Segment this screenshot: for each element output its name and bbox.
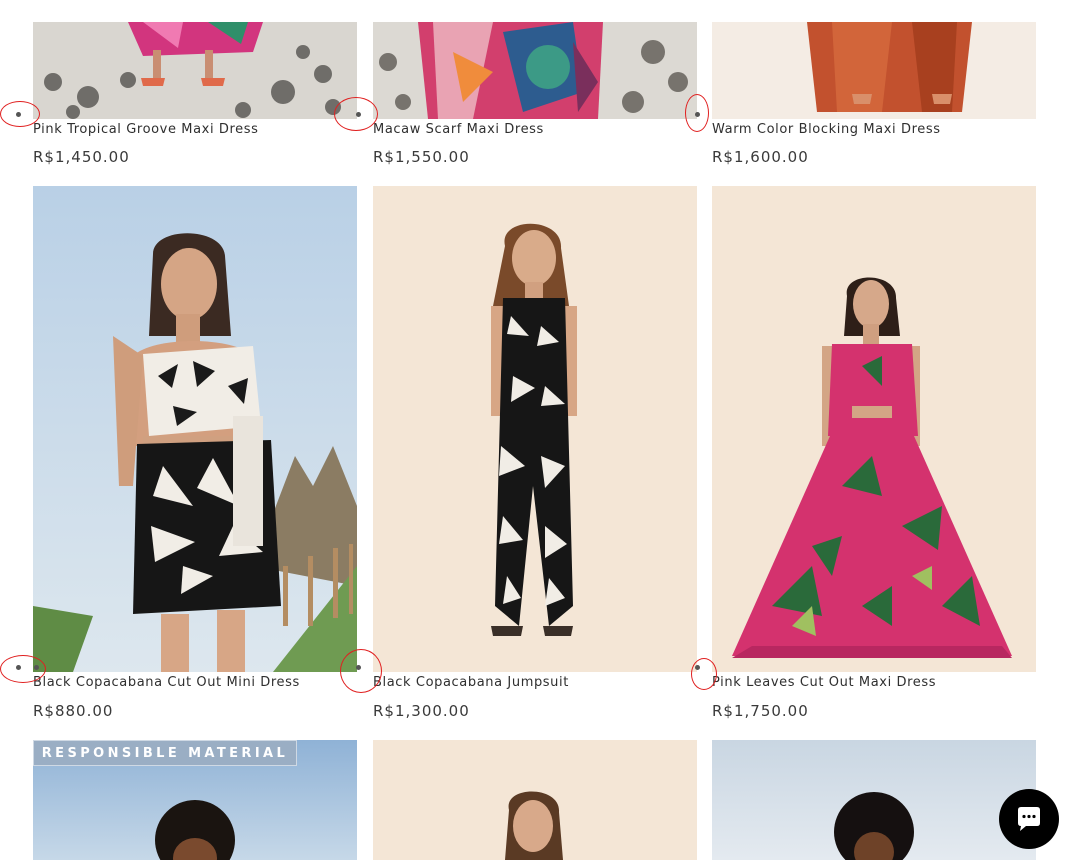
product-image[interactable] [373, 740, 697, 860]
chat-button[interactable] [999, 789, 1059, 849]
product-price: R$1,300.00 [373, 702, 470, 720]
product-name[interactable]: Macaw Scarf Maxi Dress [373, 122, 544, 137]
product-price: R$1,750.00 [712, 702, 809, 720]
highlight-ring [0, 101, 40, 127]
product-name[interactable]: Black Copacabana Jumpsuit [373, 675, 569, 690]
product-image[interactable] [373, 22, 697, 119]
product-image[interactable] [33, 22, 357, 119]
product-image[interactable]: RESPONSIBLE MATERIAL [33, 740, 357, 860]
product-price: R$1,550.00 [373, 148, 470, 166]
product-price: R$1,600.00 [712, 148, 809, 166]
product-price: R$880.00 [33, 702, 114, 720]
product-name[interactable]: Pink Leaves Cut Out Maxi Dress [712, 675, 936, 690]
highlight-ring [0, 655, 46, 683]
chat-bubble-icon [1018, 807, 1040, 831]
product-name[interactable]: Black Copacabana Cut Out Mini Dress [33, 675, 300, 690]
product-price: R$1,450.00 [33, 148, 130, 166]
product-image[interactable] [373, 186, 697, 672]
responsible-material-badge: RESPONSIBLE MATERIAL [33, 740, 297, 766]
highlight-ring [691, 658, 717, 690]
highlight-ring [340, 649, 382, 693]
product-image[interactable] [712, 186, 1036, 672]
highlight-ring [334, 97, 378, 131]
product-image[interactable] [33, 186, 357, 672]
product-name[interactable]: Pink Tropical Groove Maxi Dress [33, 122, 259, 137]
product-image[interactable] [712, 740, 1036, 860]
product-name[interactable]: Warm Color Blocking Maxi Dress [712, 122, 941, 137]
highlight-ring [685, 94, 709, 132]
product-image[interactable] [712, 22, 1036, 119]
